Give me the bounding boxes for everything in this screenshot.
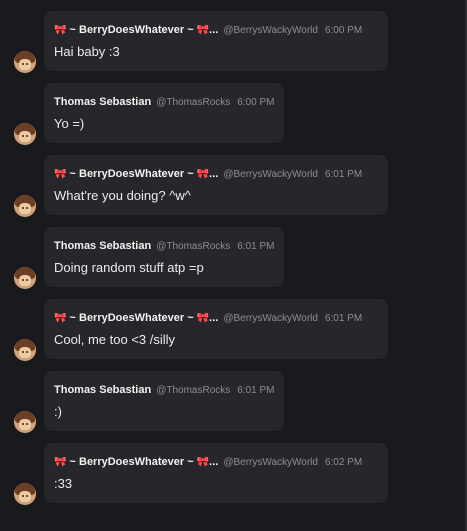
ribbon-icon: 🎀 (196, 169, 210, 180)
user-handle[interactable]: @ThomasRocks (156, 97, 230, 108)
message-header: 🎀 ~ BerryDoesWhatever ~ 🎀 ... @BerrysWac… (54, 456, 362, 468)
message-row: 🎀 ~ BerryDoesWhatever ~ 🎀 ... @BerrysWac… (0, 443, 465, 515)
user-handle[interactable]: @BerrysWackyWorld (223, 169, 318, 180)
display-name[interactable]: ~ BerryDoesWhatever ~ (70, 312, 194, 324)
message-header: Thomas Sebastian @ThomasRocks 6:01 PM (54, 384, 275, 396)
message-text: Hai baby :3 (54, 44, 120, 59)
message-bubble: Thomas Sebastian @ThomasRocks 6:01 PM Do… (44, 227, 284, 287)
avatar-berry[interactable] (14, 339, 36, 361)
ribbon-icon: 🎀 (196, 25, 210, 36)
name-ellipsis: ... (209, 456, 219, 468)
message-header: 🎀 ~ BerryDoesWhatever ~ 🎀 ... @BerrysWac… (54, 168, 362, 180)
message-header: 🎀 ~ BerryDoesWhatever ~ 🎀 ... @BerrysWac… (54, 24, 362, 36)
display-name[interactable]: Thomas Sebastian (54, 384, 151, 396)
timestamp: 6:01 PM (324, 169, 363, 180)
avatar-thomas[interactable] (14, 267, 36, 289)
message-row: 🎀 ~ BerryDoesWhatever ~ 🎀 ... @BerrysWac… (0, 11, 465, 83)
message-bubble: Thomas Sebastian @ThomasRocks 6:00 PM Yo… (44, 83, 284, 143)
message-row: 🎀 ~ BerryDoesWhatever ~ 🎀 ... @BerrysWac… (0, 299, 465, 371)
ribbon-icon: 🎀 (196, 313, 210, 324)
user-handle[interactable]: @ThomasRocks (156, 385, 230, 396)
avatar-thomas[interactable] (14, 411, 36, 433)
message-bubble: 🎀 ~ BerryDoesWhatever ~ 🎀 ... @BerrysWac… (44, 155, 388, 215)
user-handle[interactable]: @BerrysWackyWorld (223, 25, 318, 36)
message-bubble: 🎀 ~ BerryDoesWhatever ~ 🎀 ... @BerrysWac… (44, 11, 388, 71)
message-text: Yo =) (54, 116, 85, 131)
avatar-berry[interactable] (14, 483, 36, 505)
ribbon-icon: 🎀 (54, 457, 67, 468)
timestamp: 6:00 PM (237, 97, 275, 108)
timestamp: 6:01 PM (237, 385, 275, 396)
message-text: :33 (54, 476, 73, 491)
message-bubble: 🎀 ~ BerryDoesWhatever ~ 🎀 ... @BerrysWac… (44, 299, 388, 359)
display-name[interactable]: ~ BerryDoesWhatever ~ (70, 456, 194, 468)
timestamp: 6:00 PM (324, 25, 363, 36)
message-text: What're you doing? ^w^ (54, 188, 191, 203)
message-row: 🎀 ~ BerryDoesWhatever ~ 🎀 ... @BerrysWac… (0, 155, 465, 227)
display-name[interactable]: ~ BerryDoesWhatever ~ (70, 24, 194, 36)
avatar-berry[interactable] (14, 51, 36, 73)
ribbon-icon: 🎀 (54, 25, 67, 36)
user-handle[interactable]: @ThomasRocks (156, 241, 230, 252)
ribbon-icon: 🎀 (196, 457, 210, 468)
message-text: Doing random stuff atp =p (54, 260, 204, 275)
avatar-berry[interactable] (14, 195, 36, 217)
timestamp: 6:01 PM (324, 313, 363, 324)
name-ellipsis: ... (209, 168, 219, 180)
message-header: Thomas Sebastian @ThomasRocks 6:01 PM (54, 240, 275, 252)
message-text: Cool, me too <3 /silly (54, 332, 176, 347)
message-bubble: 🎀 ~ BerryDoesWhatever ~ 🎀 ... @BerrysWac… (44, 443, 388, 503)
message-row: Thomas Sebastian @ThomasRocks 6:00 PM Yo… (0, 83, 465, 155)
message-header: 🎀 ~ BerryDoesWhatever ~ 🎀 ... @BerrysWac… (54, 312, 362, 324)
timestamp: 6:01 PM (237, 241, 275, 252)
ribbon-icon: 🎀 (54, 169, 67, 180)
message-row: Thomas Sebastian @ThomasRocks 6:01 PM Do… (0, 227, 465, 299)
name-ellipsis: ... (209, 312, 219, 324)
display-name[interactable]: Thomas Sebastian (54, 96, 151, 108)
timestamp: 6:02 PM (324, 457, 363, 468)
message-text: :) (54, 404, 62, 419)
display-name[interactable]: Thomas Sebastian (54, 240, 151, 252)
display-name[interactable]: ~ BerryDoesWhatever ~ (70, 168, 194, 180)
user-handle[interactable]: @BerrysWackyWorld (223, 457, 318, 468)
name-ellipsis: ... (209, 24, 219, 36)
message-bubble: Thomas Sebastian @ThomasRocks 6:01 PM :) (44, 371, 284, 431)
avatar-thomas[interactable] (14, 123, 36, 145)
message-header: Thomas Sebastian @ThomasRocks 6:00 PM (54, 96, 275, 108)
message-row: Thomas Sebastian @ThomasRocks 6:01 PM :) (0, 371, 465, 443)
user-handle[interactable]: @BerrysWackyWorld (223, 313, 318, 324)
ribbon-icon: 🎀 (54, 313, 67, 324)
